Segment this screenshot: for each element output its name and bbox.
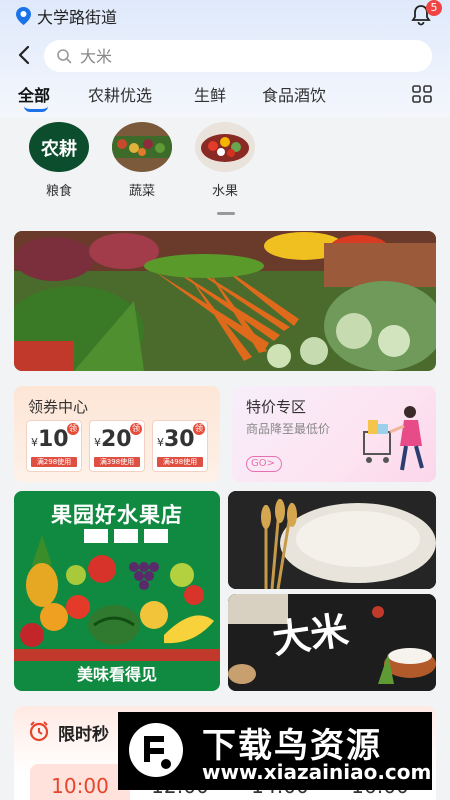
claim-tag: 领 (193, 423, 205, 435)
category-shortcuts: 农耕 粮食 蔬菜 水果 (0, 122, 450, 222)
fruit-store-slogan: 美味看得见 (76, 665, 157, 684)
coupon-item[interactable]: ¥10 领 满298使用 (26, 420, 82, 472)
special-offer-card[interactable]: 特价专区 商品降至最低价 GO> (232, 386, 436, 482)
back-arrow-icon[interactable] (14, 44, 36, 66)
search-input[interactable] (80, 46, 380, 66)
notification-badge: 5 (426, 0, 442, 16)
category-label: 蔬菜 (128, 184, 155, 199)
tab-active-indicator (24, 106, 48, 112)
tab-farming-selection[interactable]: 农耕优选 (88, 82, 152, 106)
coupon-value: ¥30 (157, 427, 195, 452)
coupon-value: ¥10 (31, 427, 69, 452)
coupon-condition: 满298使用 (31, 457, 77, 467)
flour-promo[interactable] (228, 491, 436, 589)
category-tabs: 全部 农耕优选 生鲜 食品酒饮 (0, 82, 450, 114)
location-pin-icon (16, 7, 31, 25)
time-slot-tab[interactable]: 10:00 (30, 764, 130, 800)
flour-wheat-image (228, 491, 436, 589)
claim-tag: 领 (67, 423, 79, 435)
alarm-clock-icon (29, 721, 49, 742)
special-offer-subtitle: 商品降至最低价 (246, 422, 331, 436)
page-indicator (217, 212, 235, 215)
rice-promo[interactable]: 大米 (228, 594, 436, 691)
search-bar[interactable] (44, 40, 432, 72)
category-fruit[interactable]: 水果 (193, 122, 257, 199)
tab-all[interactable]: 全部 (18, 82, 50, 106)
fruit-pile-image (14, 525, 220, 661)
search-icon (57, 49, 72, 64)
watermark-url: www.xiazainiao.com (202, 760, 432, 784)
coupon-item[interactable]: ¥30 领 满498使用 (152, 420, 208, 472)
location-selector[interactable]: 大学路街道 (16, 4, 117, 28)
currency-symbol: ¥ (31, 436, 38, 449)
category-label: 水果 (211, 184, 238, 199)
category-vegetables[interactable]: 蔬菜 (110, 122, 174, 199)
coupon-condition: 满398使用 (94, 457, 140, 467)
rice-calligraphy: 大米 (269, 606, 352, 663)
location-label: 大学路街道 (37, 8, 118, 27)
currency-symbol: ¥ (157, 436, 164, 449)
vegetables-banner[interactable] (14, 231, 436, 371)
category-grain[interactable]: 农耕 粮食 (27, 122, 91, 199)
watermark-overlay: 下载鸟资源 www.xiazainiao.com (118, 712, 432, 790)
coupon-center-title: 领券中心 (28, 398, 89, 416)
flash-sale-title: 限时秒 (58, 725, 109, 745)
coupon-amount: 20 (101, 427, 132, 452)
shopping-woman-illustration (363, 406, 424, 471)
farming-badge-text: 农耕 (41, 139, 77, 160)
category-label: 粮食 (45, 184, 72, 199)
bird-logo-icon (129, 723, 183, 777)
fruit-category-image (195, 122, 255, 172)
coupon-center-card[interactable]: 领券中心 ¥10 领 满298使用 ¥20 领 满398使用 ¥30 领 满49… (14, 386, 220, 482)
coupon-condition: 满498使用 (157, 457, 203, 467)
special-offer-title: 特价专区 (246, 398, 307, 416)
coupon-item[interactable]: ¥20 领 满398使用 (89, 420, 145, 472)
all-categories-grid-icon[interactable] (412, 85, 432, 103)
grain-category-image: 农耕 (29, 122, 89, 172)
tab-fresh[interactable]: 生鲜 (194, 82, 226, 106)
vegetables-category-image (112, 122, 172, 172)
coupon-amount: 10 (38, 427, 69, 452)
go-button[interactable]: GO> (246, 456, 282, 472)
tab-food-drinks[interactable]: 食品酒饮 (262, 82, 326, 106)
claim-tag: 领 (130, 423, 142, 435)
coupon-amount: 30 (164, 427, 195, 452)
currency-symbol: ¥ (94, 436, 101, 449)
coupon-value: ¥20 (94, 427, 132, 452)
fruit-store-promo[interactable]: 果园好水果店 美味看得见 (14, 491, 220, 691)
